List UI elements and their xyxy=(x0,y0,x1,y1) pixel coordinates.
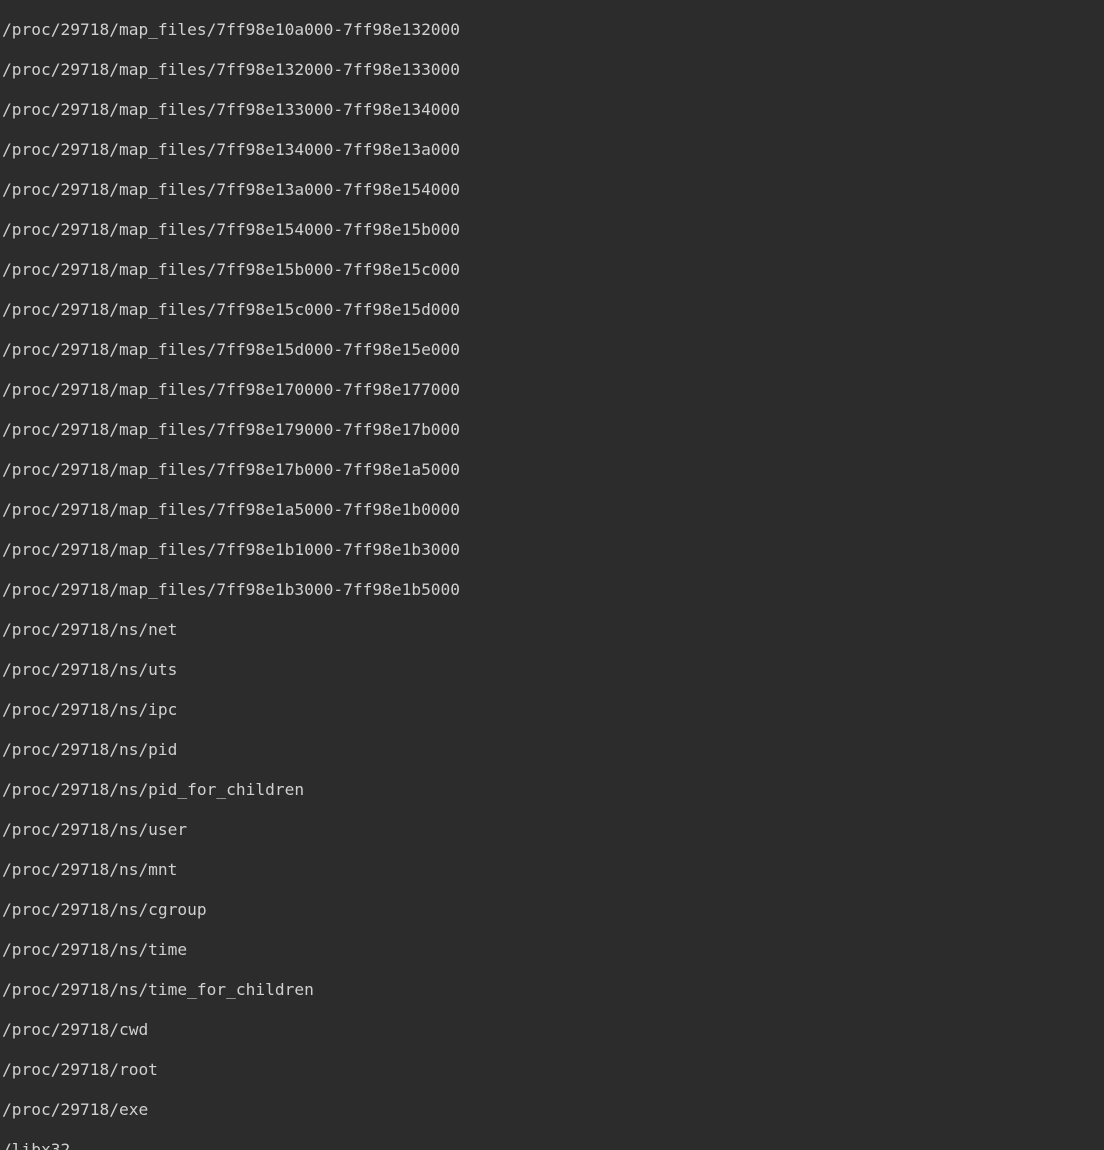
output-line: /proc/29718/map_files/7ff98e13a000-7ff98… xyxy=(2,180,1104,200)
output-line: /proc/29718/map_files/7ff98e1a5000-7ff98… xyxy=(2,500,1104,520)
output-line: /proc/29718/ns/pid xyxy=(2,740,1104,760)
output-line: /proc/29718/ns/pid_for_children xyxy=(2,780,1104,800)
output-line: /proc/29718/map_files/7ff98e133000-7ff98… xyxy=(2,100,1104,120)
output-line: /proc/29718/ns/time xyxy=(2,940,1104,960)
output-line: /proc/29718/map_files/7ff98e154000-7ff98… xyxy=(2,220,1104,240)
output-line: /proc/29718/map_files/7ff98e10a000-7ff98… xyxy=(2,20,1104,40)
output-line: /proc/29718/map_files/7ff98e15d000-7ff98… xyxy=(2,340,1104,360)
output-line: /proc/29718/map_files/7ff98e15b000-7ff98… xyxy=(2,260,1104,280)
output-line: /proc/29718/ns/ipc xyxy=(2,700,1104,720)
output-line: /proc/29718/ns/uts xyxy=(2,660,1104,680)
output-line: /proc/29718/ns/net xyxy=(2,620,1104,640)
output-line: /proc/29718/map_files/7ff98e179000-7ff98… xyxy=(2,420,1104,440)
output-line: /proc/29718/root xyxy=(2,1060,1104,1080)
output-line: /proc/29718/cwd xyxy=(2,1020,1104,1040)
output-line: /proc/29718/map_files/7ff98e134000-7ff98… xyxy=(2,140,1104,160)
output-line: /proc/29718/map_files/7ff98e15c000-7ff98… xyxy=(2,300,1104,320)
terminal-output[interactable]: /proc/29718/map_files/7ff98e10a000-7ff98… xyxy=(0,0,1104,1150)
output-line: /proc/29718/map_files/7ff98e17b000-7ff98… xyxy=(2,460,1104,480)
output-line: /proc/29718/map_files/7ff98e132000-7ff98… xyxy=(2,60,1104,80)
output-line: /proc/29718/map_files/7ff98e1b3000-7ff98… xyxy=(2,580,1104,600)
output-line: /proc/29718/ns/user xyxy=(2,820,1104,840)
output-line: /proc/29718/exe xyxy=(2,1100,1104,1120)
output-line: /proc/29718/ns/mnt xyxy=(2,860,1104,880)
output-line: /proc/29718/map_files/7ff98e1b1000-7ff98… xyxy=(2,540,1104,560)
output-line: /proc/29718/ns/time_for_children xyxy=(2,980,1104,1000)
output-line: /proc/29718/ns/cgroup xyxy=(2,900,1104,920)
output-line: /proc/29718/map_files/7ff98e170000-7ff98… xyxy=(2,380,1104,400)
output-line: /libx32 xyxy=(2,1140,1104,1150)
